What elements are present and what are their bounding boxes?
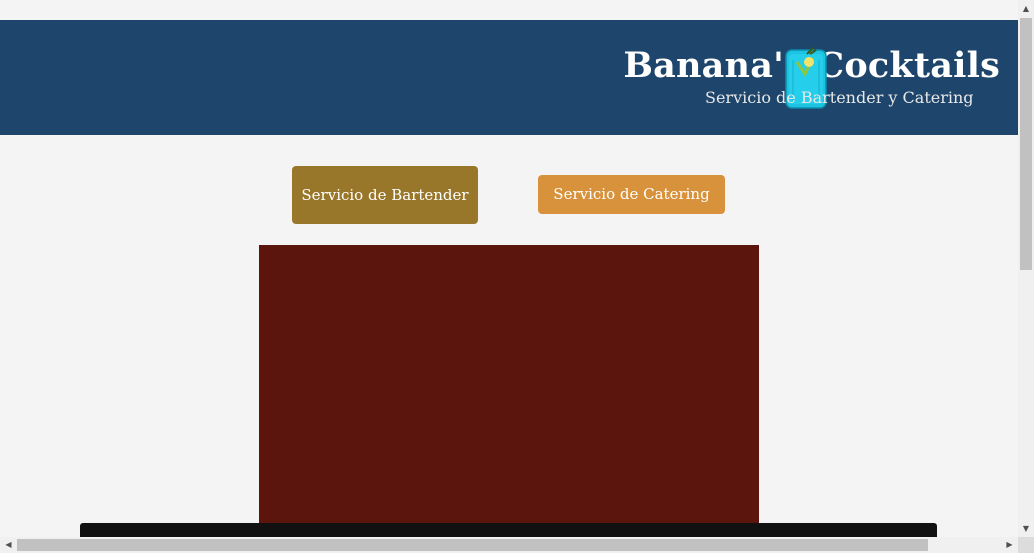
horizontal-scroll-thumb[interactable] [17, 539, 928, 551]
bartender-service-button[interactable]: Servicio de Bartender [292, 166, 478, 224]
arrow-down-icon[interactable]: ▼ [1018, 520, 1034, 537]
page-viewport: Banana's Cocktails Servicio de Bartender… [0, 0, 1018, 537]
site-subtitle: Servicio de Bartender y Catering [705, 88, 974, 107]
arrow-right-icon[interactable]: ▶ [1001, 537, 1018, 553]
site-header: Banana's Cocktails Servicio de Bartender… [0, 20, 1018, 135]
catering-service-button[interactable]: Servicio de Catering [538, 175, 725, 214]
arrow-left-icon[interactable]: ◀ [0, 537, 17, 553]
vertical-scrollbar[interactable]: ▲ ▼ [1018, 0, 1034, 537]
content-panel [259, 245, 759, 537]
scrollbar-corner [1018, 537, 1034, 553]
arrow-up-icon[interactable]: ▲ [1018, 0, 1034, 17]
horizontal-scrollbar[interactable]: ◀ ▶ [0, 537, 1018, 553]
bottom-overlay-bar [80, 523, 937, 537]
vertical-scroll-thumb[interactable] [1020, 18, 1032, 270]
